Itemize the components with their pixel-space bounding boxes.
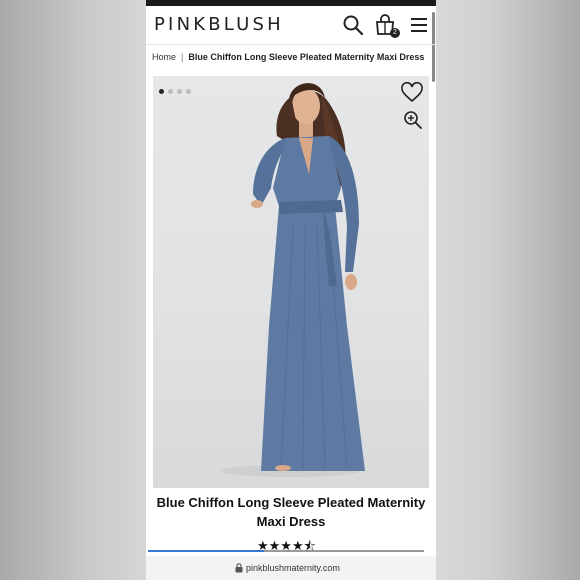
page-load-progress (148, 550, 424, 552)
site-header: PINKBLUSH 2 (146, 6, 436, 44)
carousel-dot[interactable] (159, 89, 164, 94)
phone-screen: PINKBLUSH 2 Home | Blue Chiffon Long Sleev… (146, 0, 436, 580)
model-photo (221, 83, 365, 477)
breadcrumb: Home | Blue Chiffon Long Sleeve Pleated Ma… (152, 52, 430, 66)
zoom-in-icon[interactable] (403, 110, 423, 130)
lock-icon (235, 563, 243, 573)
carousel-dot[interactable] (177, 89, 182, 94)
background-right (436, 0, 580, 580)
carousel-dot[interactable] (186, 89, 191, 94)
breadcrumb-separator: | (181, 52, 184, 62)
product-image[interactable] (153, 76, 429, 488)
header-divider (146, 44, 436, 45)
page-load-progress-fill (148, 550, 264, 552)
browser-address-bar[interactable]: pinkblushmaternity.com (146, 556, 436, 580)
hamburger-menu-icon[interactable] (408, 14, 430, 36)
search-icon[interactable] (342, 14, 364, 36)
url-text[interactable]: pinkblushmaternity.com (246, 563, 340, 573)
breadcrumb-current: Blue Chiffon Long Sleeve Pleated Materni… (188, 52, 425, 62)
bag-count-badge: 2 (390, 28, 400, 38)
background-left (0, 0, 146, 580)
carousel-dots (159, 81, 195, 94)
carousel-dot[interactable] (168, 89, 173, 94)
heart-icon[interactable] (401, 82, 423, 104)
product-title: Blue Chiffon Long Sleeve Pleated Materni… (156, 495, 426, 529)
breadcrumb-home-link[interactable]: Home (152, 52, 176, 62)
scrollbar[interactable] (432, 12, 435, 82)
site-logo[interactable]: PINKBLUSH (154, 14, 284, 35)
